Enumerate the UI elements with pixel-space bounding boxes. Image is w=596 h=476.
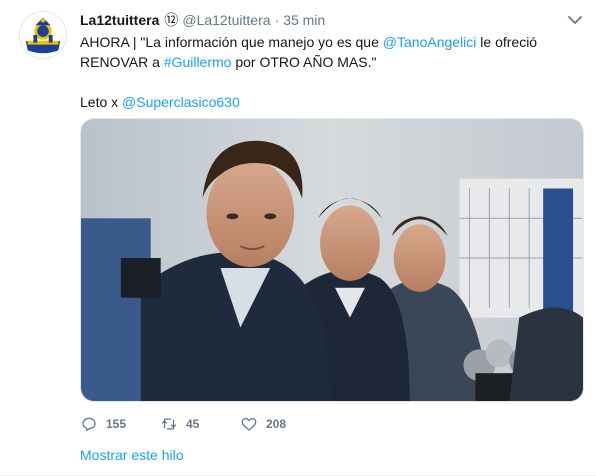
chevron-down-icon: [568, 16, 582, 24]
like-button[interactable]: 208: [240, 415, 286, 433]
mention-link[interactable]: @Superclasico630: [122, 94, 240, 110]
profile-badge-icon: ⑫: [164, 12, 179, 28]
user-handle[interactable]: @La12tuittera: [182, 12, 270, 28]
retweet-count: 45: [186, 417, 200, 431]
display-name[interactable]: La12tuittera: [80, 12, 159, 28]
more-options-button[interactable]: [566, 12, 584, 28]
separator: ·: [274, 12, 280, 28]
text-segment: RENOVAR a: [80, 54, 164, 70]
reply-count: 155: [106, 417, 127, 431]
text-spacer: [80, 72, 580, 92]
hashtag-link[interactable]: #Guillermo: [164, 54, 232, 70]
timestamp[interactable]: 35 min: [283, 12, 325, 28]
press-conference-photo: [81, 119, 583, 401]
retweet-button[interactable]: 45: [160, 415, 240, 433]
retweet-icon: [161, 418, 177, 430]
mention-link[interactable]: @TanoAngelici: [383, 34, 477, 50]
tweet[interactable]: La12tuittera ⑫ @La12tuittera · 35 min AH…: [0, 0, 596, 476]
avatar[interactable]: [19, 11, 67, 59]
tweet-text-line-2: RENOVAR a #Guillermo por OTRO AÑO MAS.": [80, 52, 580, 72]
reply-button[interactable]: 155: [80, 415, 160, 433]
tweet-header: La12tuittera ⑫ @La12tuittera · 35 min: [80, 11, 325, 29]
text-segment: Leto x: [80, 94, 123, 110]
heart-icon: [241, 417, 257, 431]
like-count: 208: [266, 417, 287, 431]
tweet-actions: 155 45 208: [80, 414, 286, 434]
tweet-text: AHORA | "La información que manejo yo es…: [80, 32, 580, 112]
tweet-text-credit: Leto x @Superclasico630: [80, 92, 580, 112]
tweet-photo[interactable]: [80, 118, 584, 402]
text-segment: le ofreció: [476, 34, 538, 50]
show-thread-link[interactable]: Mostrar este hilo: [80, 447, 183, 463]
text-segment: por OTRO AÑO MAS.": [231, 54, 377, 70]
text-segment: AHORA | "La información que manejo yo es…: [80, 34, 383, 50]
reply-bubble-icon: [82, 417, 96, 432]
tweet-text-line-1: AHORA | "La información que manejo yo es…: [80, 32, 580, 52]
boca-juniors-crest-icon: [20, 12, 66, 58]
